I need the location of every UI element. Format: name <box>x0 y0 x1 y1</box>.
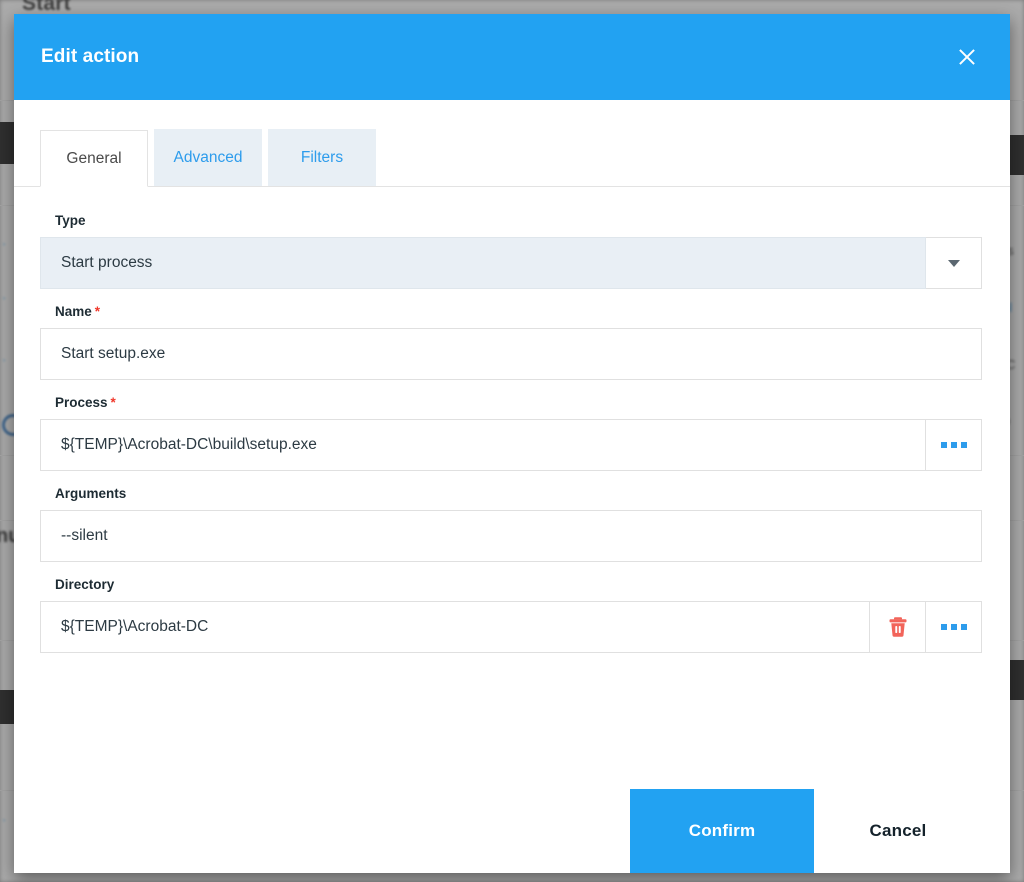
field-type-label: Type <box>55 213 86 228</box>
cancel-button[interactable]: Cancel <box>814 789 982 873</box>
directory-browse-ellipsis-icon[interactable] <box>926 601 982 653</box>
arguments-input[interactable] <box>40 510 982 562</box>
tab-general-label: General <box>66 149 122 167</box>
chevron-down-icon[interactable] <box>926 237 982 289</box>
tab-filters[interactable]: Filters <box>268 129 376 186</box>
type-select[interactable]: Start process <box>40 237 926 289</box>
type-select-value: Start process <box>61 254 153 271</box>
name-input[interactable] <box>40 328 982 380</box>
directory-clear-trash-icon[interactable] <box>870 601 926 653</box>
modal-title: Edit action <box>41 46 140 67</box>
close-icon[interactable] <box>950 40 984 74</box>
field-arguments-control <box>40 510 982 562</box>
field-process-label-text: Process <box>55 395 108 410</box>
tab-strip: General Advanced Filters <box>14 129 1010 187</box>
field-name-label-text: Name <box>55 304 92 319</box>
field-directory-control <box>40 601 982 653</box>
confirm-button[interactable]: Confirm <box>630 789 814 873</box>
field-type-control: Start process <box>40 237 982 289</box>
required-marker: * <box>94 304 101 319</box>
tab-advanced-label: Advanced <box>173 148 243 166</box>
field-directory-label: Directory <box>55 577 115 592</box>
action-form: Type Start process Name * Start setup.ex… <box>14 187 1010 653</box>
field-arguments: Arguments <box>40 486 982 562</box>
field-arguments-label: Arguments <box>55 486 127 501</box>
modal-footer: Confirm Cancel <box>14 789 1010 873</box>
field-process: Process * <box>40 395 982 471</box>
ellipsis-dots <box>940 624 967 630</box>
required-marker: * <box>110 395 116 410</box>
field-type: Type Start process <box>40 213 982 289</box>
process-input[interactable] <box>40 419 926 471</box>
field-directory: Directory <box>40 577 982 653</box>
caret-shape <box>947 259 960 267</box>
tab-filters-label: Filters <box>300 148 344 166</box>
process-browse-ellipsis-icon[interactable] <box>926 419 982 471</box>
tab-general[interactable]: General <box>40 130 148 187</box>
tab-advanced[interactable]: Advanced <box>154 129 262 186</box>
field-process-label: Process * <box>55 395 982 410</box>
ellipsis-dots <box>940 442 967 448</box>
field-name: Name * <box>40 304 982 380</box>
edit-action-modal: Edit action General Advanced Filters Typ… <box>14 14 1010 873</box>
field-process-control <box>40 419 982 471</box>
modal-header: Edit action <box>14 14 1010 100</box>
modal-body: General Advanced Filters Type Start proc… <box>14 100 1010 789</box>
directory-input[interactable] <box>40 601 870 653</box>
field-name-control <box>40 328 982 380</box>
field-name-label: Name * <box>55 304 982 319</box>
